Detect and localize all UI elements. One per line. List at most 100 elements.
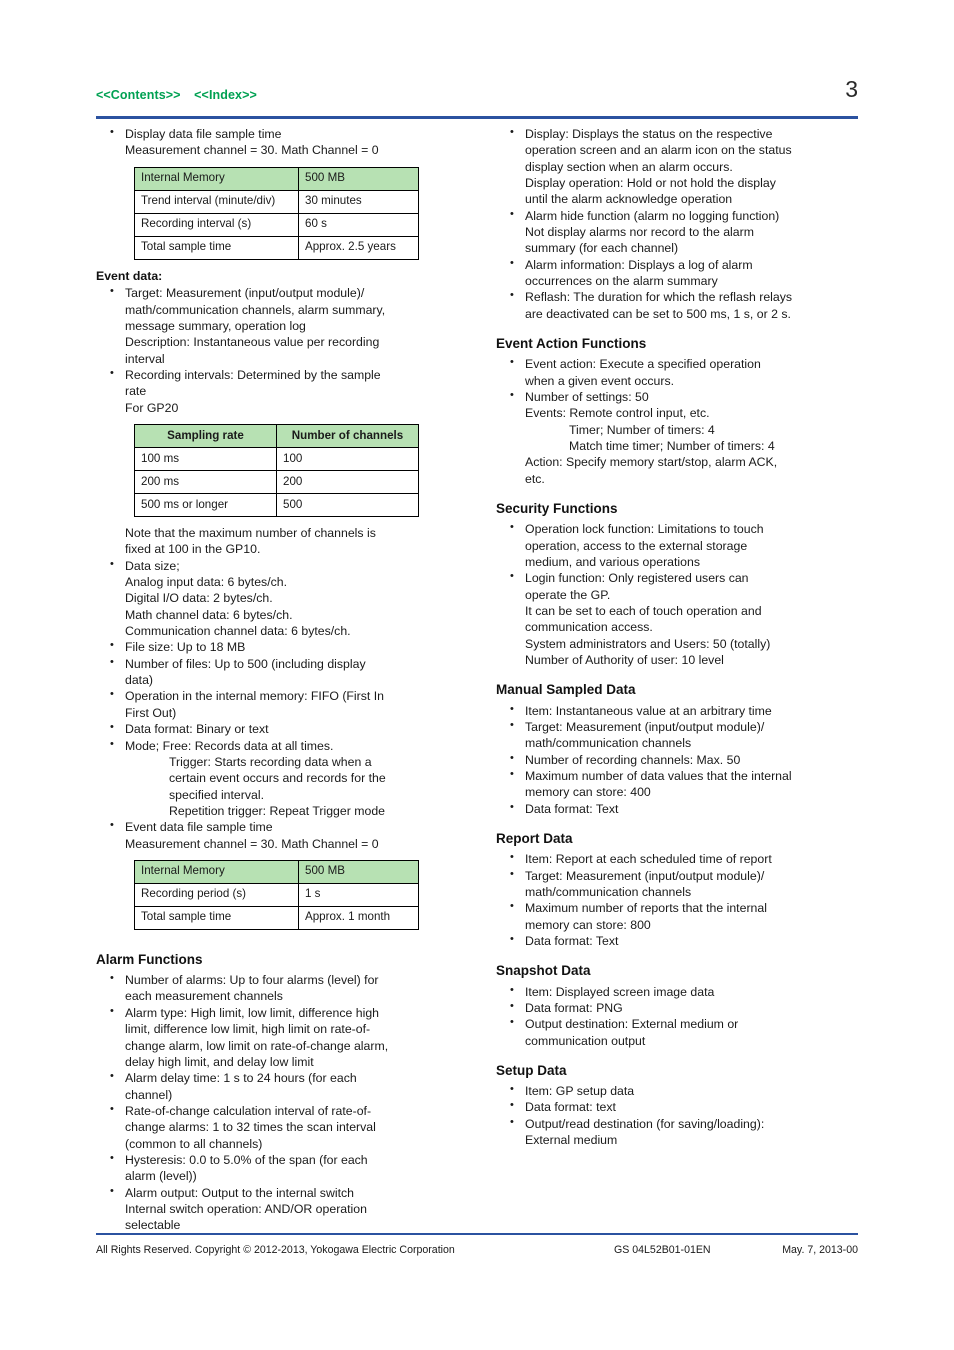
report-data-list: Item: Report at each scheduled time of r… xyxy=(496,850,866,949)
list-item: Maximum number of reports that the inter… xyxy=(496,899,866,933)
list-item: Data format: Text xyxy=(496,800,866,817)
event-target-line5: interval xyxy=(125,351,165,366)
sampling-rate-table: Sampling rate Number of channels 100 ms … xyxy=(134,424,419,518)
revision-date: May. 7, 2013-00 xyxy=(782,1244,858,1256)
manual-sampled-data-list: Item: Instantaneous value at an arbitrar… xyxy=(496,702,866,817)
event-action-item2-line4: Match time timer; Number of timers: 4 xyxy=(569,439,775,454)
table-cell: 200 xyxy=(276,470,419,495)
manual-item2-line1: Target: Measurement (input/output module… xyxy=(525,719,765,734)
event-rec-line2: rate xyxy=(125,384,147,399)
event-file-line2: Measurement channel = 30. Math Channel =… xyxy=(125,836,379,851)
security-item1-line2: operation, access to the external storag… xyxy=(525,538,748,553)
setup-item3-line2: External medium xyxy=(525,1133,618,1148)
list-item: Event data file sample time Measurement … xyxy=(96,818,466,852)
manual-item1: Item: Instantaneous value at an arbitrar… xyxy=(525,703,772,718)
list-item: Item: GP setup data xyxy=(496,1082,866,1099)
list-item: Mode; Free: Records data at all times. T… xyxy=(96,737,466,820)
alarm-cont0-line5: until the alarm acknowledge operation xyxy=(525,192,733,207)
table-cell: 500 xyxy=(276,493,419,518)
table-cell: 100 ms xyxy=(134,447,277,472)
snapshot-data-heading: Snapshot Data xyxy=(496,963,591,979)
right-column: Display: Displays the status on the resp… xyxy=(496,125,866,1149)
list-item: Data format: Text xyxy=(496,932,866,949)
setup-item2: Data format: text xyxy=(525,1100,616,1115)
snapshot-data-list: Item: Displayed screen image data Data f… xyxy=(496,983,866,1049)
alarm-item5-line2: Internal switch operation: AND/OR operat… xyxy=(125,1201,367,1216)
manual-item4-line1: Maximum number of data values that the i… xyxy=(525,769,792,783)
list-item: Hysteresis: 0.0 to 5.0% of the span (for… xyxy=(96,1151,466,1185)
security-item2-line2: operate the GP. xyxy=(525,587,611,602)
footer-divider xyxy=(96,1233,858,1235)
table-row: Total sample time Approx. 2.5 years xyxy=(134,235,419,260)
alarm-item1-line4: delay high limit, and delay low limit xyxy=(125,1054,314,1069)
event-file-line1: Event data file sample time xyxy=(125,820,273,835)
note-line1: Note that the maximum number of channels… xyxy=(125,526,376,541)
table-header-cell: 500 MB xyxy=(298,859,419,884)
alarm-functions-continued-list: Display: Displays the status on the resp… xyxy=(496,125,866,322)
snapshot-item3-line1: Output destination: External medium or xyxy=(525,1017,739,1032)
alarm-item1-line1: Alarm type: High limit, low limit, diffe… xyxy=(125,1005,380,1020)
display-data-line2: Measurement channel = 30. Math Channel =… xyxy=(125,143,379,158)
mode-trigger-line3: specified interval. xyxy=(169,787,265,802)
list-item: Data size; Analog input data: 6 bytes/ch… xyxy=(96,557,466,640)
event-action-item2-line3: Timer; Number of timers: 4 xyxy=(569,422,715,437)
security-item1-line1: Operation lock function: Limitations to … xyxy=(525,522,764,537)
event-action-timer-block: Timer; Number of timers: 4 Match time ti… xyxy=(525,422,866,455)
channel-note: Note that the maximum number of channels… xyxy=(96,525,466,558)
table-cell: Recording interval (s) xyxy=(134,212,299,237)
list-item: Target: Measurement (input/output module… xyxy=(496,718,866,752)
event-action-item2-line5: Action: Specify memory start/stop, alarm… xyxy=(525,455,778,470)
contents-link[interactable]: <<Contents>> xyxy=(96,88,181,102)
table-row: Sampling rate Number of channels xyxy=(134,424,419,449)
security-item2-line6: Number of Authority of user: 10 level xyxy=(525,653,724,668)
table-cell: Total sample time xyxy=(134,905,299,930)
setup-item3-line1: Output/read destination (for saving/load… xyxy=(525,1116,765,1131)
security-item1-line3: medium, and various operations xyxy=(525,555,700,569)
alarm-cont2-line1: Alarm information: Displays a log of ala… xyxy=(525,257,753,272)
event-action-item2-line2: Events: Remote control input, etc. xyxy=(525,406,710,421)
manual-sampled-data-heading: Manual Sampled Data xyxy=(496,682,636,698)
display-data-list: Display data file sample time Measuremen… xyxy=(96,125,466,159)
snapshot-item3-line2: communication output xyxy=(525,1033,646,1048)
copyright-text: All Rights Reserved. Copyright © 2012-20… xyxy=(96,1244,455,1256)
alarm-cont1-line2: Not display alarms nor record to the ala… xyxy=(525,225,754,240)
manual-item2-line2: math/communication channels xyxy=(525,736,692,751)
index-link[interactable]: <<Index>> xyxy=(194,88,257,102)
list-item: Target: Measurement (input/output module… xyxy=(496,867,866,901)
table-cell: 1 s xyxy=(298,882,419,907)
mode-free: Mode; Free: Records data at all times. xyxy=(125,738,334,753)
report-item4: Data format: Text xyxy=(525,933,619,948)
event-target-line1: Target: Measurement (input/output module… xyxy=(125,286,365,301)
security-functions-heading: Security Functions xyxy=(496,501,618,517)
alarm-cont2-line2: occurrences on the alarm summary xyxy=(525,274,718,289)
report-item2-line2: math/communication channels xyxy=(525,884,692,899)
data-size-head: Data size; xyxy=(125,558,180,573)
page-header: <<Contents>> <<Index>> 3 xyxy=(96,76,858,122)
alarm-item5-line3: selectable xyxy=(125,1218,181,1233)
alarm-item0-line1: Number of alarms: Up to four alarms (lev… xyxy=(125,973,379,988)
report-item1: Item: Report at each scheduled time of r… xyxy=(525,852,772,867)
table-row: 500 ms or longer 500 xyxy=(134,493,419,518)
event-action-list: Event action: Execute a specified operat… xyxy=(496,355,866,487)
table-row: Internal Memory 500 MB xyxy=(134,166,419,191)
event-data-list: Target: Measurement (input/output module… xyxy=(96,284,466,416)
list-item: Output/read destination (for saving/load… xyxy=(496,1115,866,1149)
list-item: File size: Up to 18 MB xyxy=(96,638,466,655)
table-cell: 60 s xyxy=(298,212,419,237)
list-item: Alarm output: Output to the internal swi… xyxy=(96,1184,466,1234)
event-action-item2-line6: etc. xyxy=(525,471,545,486)
report-item3-line1: Maximum number of reports that the inter… xyxy=(525,901,767,916)
alarm-cont1-line3: summary (for each channel) xyxy=(525,241,679,256)
table-header-cell: Number of channels xyxy=(276,424,419,449)
document-number: GS 04L52B01-01EN xyxy=(614,1244,711,1256)
manual-item4-line2: memory can store: 400 xyxy=(525,785,651,800)
alarm-cont0-line2: operation screen and an alarm icon on th… xyxy=(525,143,792,158)
list-item: Maximum number of data values that the i… xyxy=(496,767,866,801)
left-column: Display data file sample time Measuremen… xyxy=(96,125,466,1234)
list-item: Rate-of-change calculation interval of r… xyxy=(96,1102,466,1152)
list-item: Item: Report at each scheduled time of r… xyxy=(496,850,866,867)
list-item: Output destination: External medium or c… xyxy=(496,1015,866,1049)
event-target-line2: math/communication channels, alarm summa… xyxy=(125,302,386,317)
table-header-cell: 500 MB xyxy=(298,166,419,191)
alarm-cont0-line1: Display: Displays the status on the resp… xyxy=(525,127,773,141)
